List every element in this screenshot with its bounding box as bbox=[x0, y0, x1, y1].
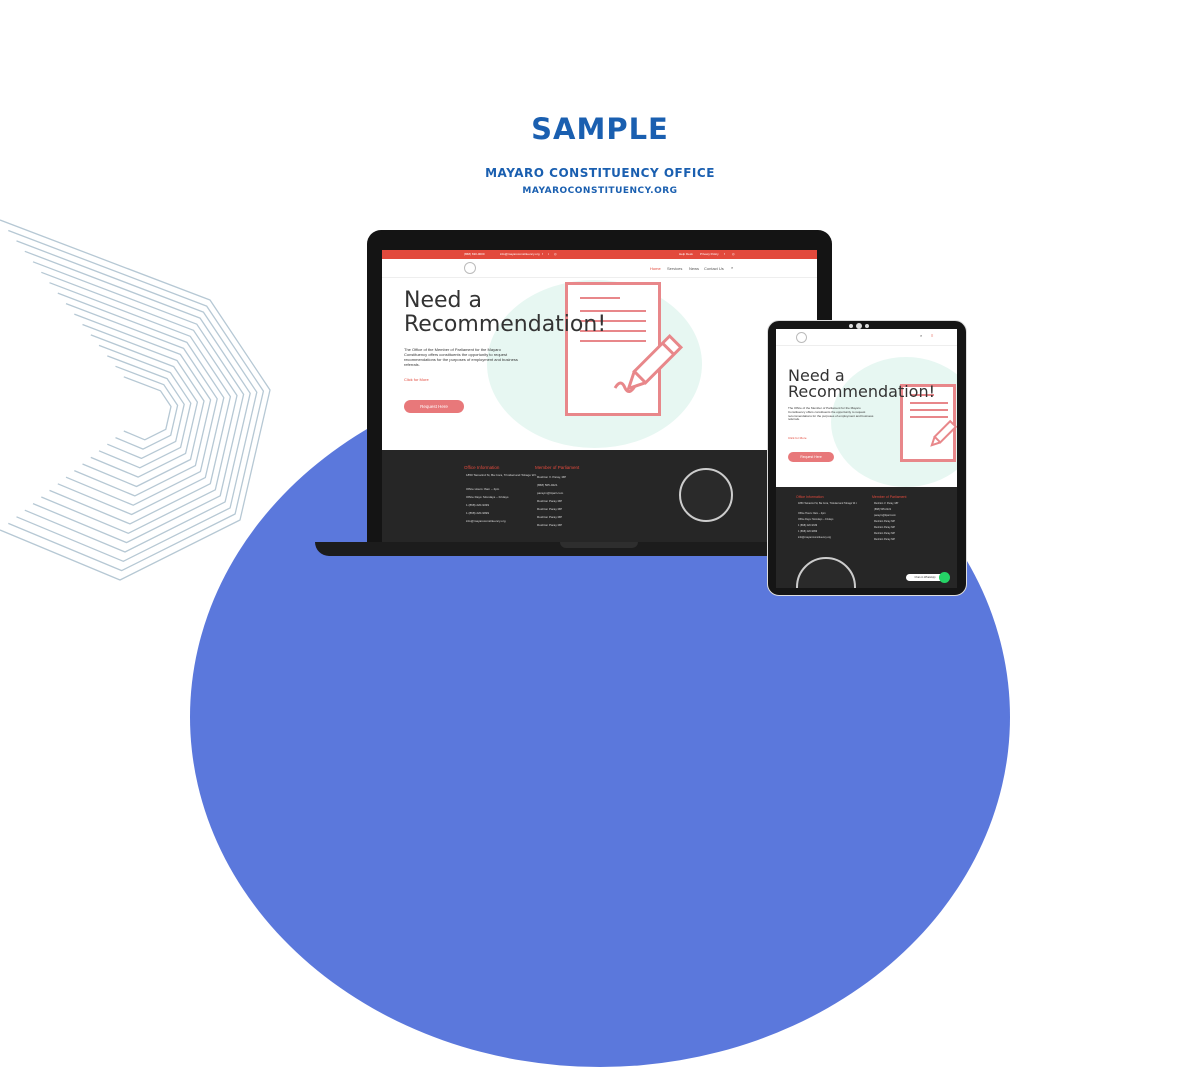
whatsapp-icon[interactable] bbox=[939, 572, 950, 583]
nav-contact[interactable]: Contact Us bbox=[704, 266, 724, 271]
site-navbar: Home Services News Contact Us ⌕ bbox=[382, 259, 817, 278]
footer-office-item: 1 (868) 220-9999 bbox=[466, 511, 490, 515]
footer-office-item: info@mayaroconstituency.org bbox=[466, 519, 506, 523]
footer-member-item: Rushton Paray MP bbox=[874, 538, 895, 541]
footer-member-item: Rushton V. Paray, MP bbox=[537, 475, 567, 479]
pencil-icon bbox=[930, 419, 957, 447]
parliament-seal bbox=[796, 557, 856, 588]
laptop-screen: (868) 630-0000 info@mayaroconstituency.o… bbox=[382, 250, 817, 542]
hero-headline-line1: Need a bbox=[404, 288, 482, 313]
footer-member-item: Rushton Paray MP bbox=[874, 532, 895, 535]
footer-member-item: (868) 505-0221 bbox=[537, 483, 558, 487]
facebook-icon[interactable]: f bbox=[542, 252, 543, 256]
footer-member-item: Rushton Paray MP bbox=[537, 507, 563, 511]
topbar-link-privacy[interactable]: Privacy Policy bbox=[700, 252, 719, 256]
instagram-icon[interactable]: ◎ bbox=[554, 252, 557, 256]
site-logo[interactable] bbox=[796, 332, 807, 343]
tablet-navbar: ⌕ ≡ bbox=[776, 329, 957, 346]
footer-member-item: paraym@ttparl.com bbox=[874, 514, 896, 517]
laptop-hinge-notch bbox=[560, 542, 638, 548]
footer-member-item: Rushton Paray MP bbox=[537, 515, 563, 519]
site-footer: Office Information 1850 Tamarind St, Ba … bbox=[382, 450, 817, 542]
footer-office-item: 1850 Tamarind St, Ba Cora, Trinidad and … bbox=[466, 473, 537, 477]
footer-office-item: 1 (868) 220-9339 bbox=[798, 524, 818, 527]
nav-services[interactable]: Services bbox=[667, 266, 682, 271]
site-footer: Office Information 1850 Tamarind St, Ba … bbox=[776, 487, 957, 588]
facebook-icon[interactable]: f bbox=[724, 252, 725, 256]
footer-member-heading: Member of Parliament bbox=[535, 465, 580, 470]
footer-member-item: paraym@ttparl.com bbox=[537, 491, 564, 495]
page-subtitle: MAYARO CONSTITUENCY OFFICE bbox=[485, 166, 715, 180]
site-topbar: (868) 630-0000 info@mayaroconstituency.o… bbox=[382, 250, 817, 259]
footer-office-item: Office Days: Mondays – Fridays bbox=[466, 495, 509, 499]
footer-office-heading: Office Information bbox=[796, 495, 824, 499]
footer-office-item: Office Hours: 8am – 4pm bbox=[798, 512, 826, 515]
topbar-phone[interactable]: (868) 630-0000 bbox=[464, 252, 485, 256]
footer-office-item: 1 (868) 220-9339 bbox=[466, 503, 490, 507]
footer-member-item: Rushton Paray MP bbox=[874, 526, 895, 529]
menu-icon[interactable]: ≡ bbox=[931, 333, 933, 338]
search-icon[interactable]: ⌕ bbox=[731, 265, 733, 270]
footer-office-item: 1 (868) 220-9999 bbox=[798, 530, 818, 533]
nav-home[interactable]: Home bbox=[650, 266, 661, 271]
hero-more-link[interactable]: Click for More bbox=[788, 436, 807, 440]
search-icon[interactable]: ⌕ bbox=[920, 333, 922, 338]
decorative-contour-lines bbox=[0, 219, 271, 581]
footer-member-item: Rushton Paray MP bbox=[537, 523, 563, 527]
footer-office-item: info@mayaroconstituency.org bbox=[798, 536, 831, 539]
hero-paragraph: The Office of the Member of Parliament f… bbox=[788, 406, 874, 422]
footer-office-item: Office Hours: 8am – 4pm bbox=[466, 487, 500, 491]
hero-paragraph: The Office of the Member of Parliament f… bbox=[404, 347, 518, 367]
request-button[interactable]: Request Here bbox=[404, 400, 464, 413]
instagram-icon[interactable]: ◎ bbox=[732, 252, 735, 256]
footer-member-item: Rushton Paray MP bbox=[874, 520, 895, 523]
tablet-camera bbox=[849, 324, 853, 328]
nav-news[interactable]: News bbox=[689, 266, 699, 271]
footer-office-item: Office Days: Mondays – Fridays bbox=[798, 518, 834, 521]
footer-member-item: Rushton V. Paray, MP bbox=[874, 502, 899, 505]
topbar-email[interactable]: info@mayaroconstituency.org bbox=[500, 252, 540, 256]
footer-member-item: (868) 505-0221 bbox=[874, 508, 892, 511]
hero-headline-line2: Recommendation! bbox=[404, 312, 607, 337]
page-title: SAMPLE bbox=[531, 112, 669, 146]
hero-headline-line2: Recommendation! bbox=[788, 382, 936, 401]
footer-member-heading: Member of Parliament bbox=[872, 495, 907, 499]
footer-office-heading: Office Information bbox=[464, 465, 500, 470]
site-url: MAYAROCONSTITUENCY.ORG bbox=[522, 186, 678, 196]
request-button[interactable]: Request Here bbox=[788, 452, 834, 462]
tablet-camera bbox=[865, 324, 869, 328]
site-logo[interactable] bbox=[464, 262, 476, 274]
hero-more-link[interactable]: Click for More bbox=[404, 377, 429, 382]
tablet-screen: ⌕ ≡ Need a Recommendation! The Office of… bbox=[776, 329, 957, 588]
footer-office-item: 1850 Tamarind St, Ba Cora, Trinidad and … bbox=[798, 502, 858, 505]
topbar-link-help[interactable]: Help Desk bbox=[679, 252, 693, 256]
footer-member-item: Rushton Paray MP bbox=[537, 499, 563, 503]
pencil-icon bbox=[613, 333, 684, 393]
twitter-icon[interactable]: t bbox=[548, 252, 549, 256]
parliament-seal bbox=[679, 468, 733, 522]
